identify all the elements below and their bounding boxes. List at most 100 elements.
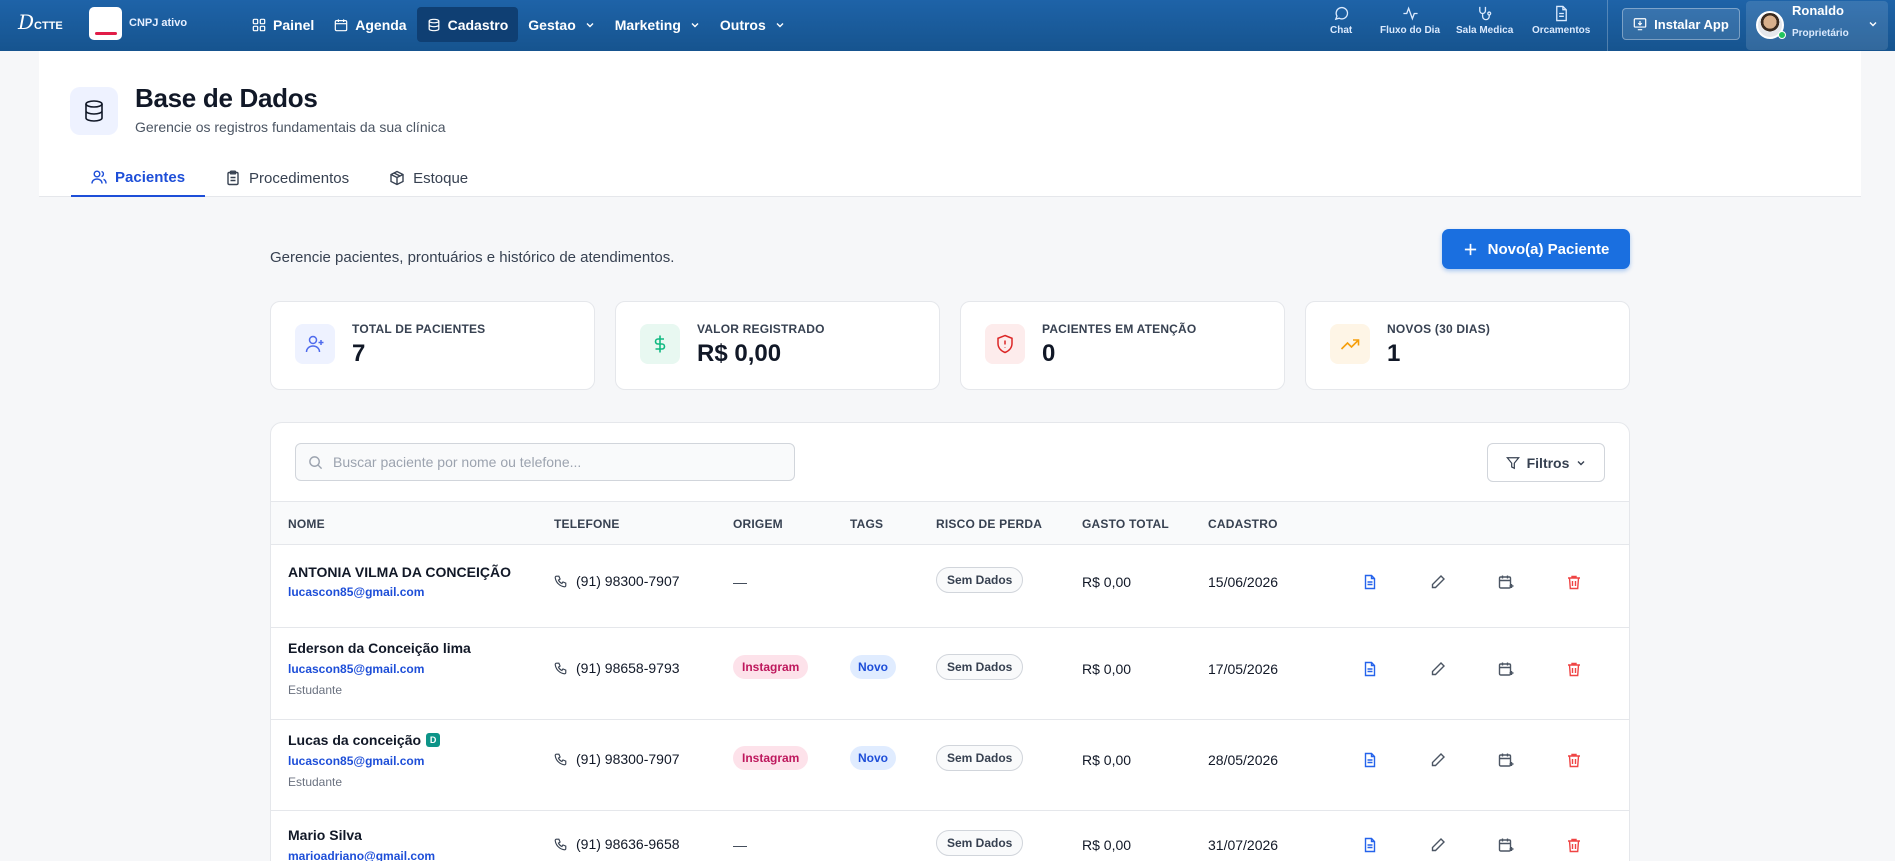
filters-button[interactable]: Filtros <box>1487 443 1605 482</box>
nav-outros[interactable]: Outros <box>710 7 795 42</box>
grid-icon <box>252 18 266 31</box>
patient-email[interactable]: lucascon85@gmail.com <box>288 662 424 676</box>
edit-patient-button[interactable] <box>1428 750 1448 770</box>
stat-icon-box <box>985 324 1025 364</box>
view-record-button[interactable] <box>1360 750 1380 770</box>
chevron-down-icon <box>1869 22 1877 27</box>
edit-patient-button[interactable] <box>1428 572 1448 592</box>
patient-total-spent: R$ 0,00 <box>1082 837 1132 853</box>
schedule-patient-button[interactable] <box>1496 572 1516 592</box>
app-logo[interactable]: D CTTE <box>18 10 63 34</box>
patient-register-date: 17/05/2026 <box>1208 661 1279 677</box>
table-row[interactable]: Mario Silva marioadriano@gmail.com (91) … <box>271 811 1629 861</box>
column-header-origem[interactable]: ORIGEM <box>733 517 783 531</box>
install-app-button[interactable]: Instalar App <box>1622 8 1740 40</box>
tab-pacientes[interactable]: Pacientes <box>71 159 206 197</box>
patient-flag-badge: D <box>426 733 441 747</box>
search-box[interactable] <box>295 443 795 481</box>
patient-email[interactable]: lucascon85@gmail.com <box>288 585 424 599</box>
quick-link-sala-medica[interactable]: Sala Medica <box>1456 5 1513 36</box>
quick-link-chat[interactable]: Chat <box>1330 5 1352 36</box>
document-icon <box>1555 5 1567 22</box>
column-header-risco[interactable]: RISCO DE PERDA <box>936 517 1042 531</box>
schedule-patient-button[interactable] <box>1496 835 1516 855</box>
patient-total-spent: R$ 0,00 <box>1082 752 1132 768</box>
database-icon <box>428 18 440 31</box>
patient-name[interactable]: Ederson da Conceição lima <box>288 640 471 656</box>
delete-patient-button[interactable] <box>1564 659 1584 679</box>
file-text-icon <box>1364 661 1376 677</box>
activity-icon <box>1402 6 1418 21</box>
origin-badge: Instagram <box>733 655 809 679</box>
search-input[interactable] <box>333 454 773 470</box>
user-menu[interactable]: Ronaldo Proprietário <box>1746 1 1888 50</box>
patient-register-date: 28/05/2026 <box>1208 752 1279 768</box>
stat-value: 1 <box>1387 340 1401 367</box>
phone-icon <box>554 575 567 587</box>
delete-patient-button[interactable] <box>1564 750 1584 770</box>
edit-patient-button[interactable] <box>1428 659 1448 679</box>
patient-email[interactable]: marioadriano@gmail.com <box>288 849 435 861</box>
view-record-button[interactable] <box>1360 835 1380 855</box>
column-header-nome[interactable]: NOME <box>288 517 325 531</box>
chevron-down-icon <box>691 22 699 27</box>
table-row[interactable]: ANTONIA VILMA DA CONCEIÇÃO lucascon85@gm… <box>271 545 1629 628</box>
table-row[interactable]: Ederson da Conceição lima lucascon85@gma… <box>271 628 1629 720</box>
tab-procedimentos[interactable]: Procedimentos <box>205 159 369 197</box>
tag-badge: Novo <box>850 746 896 770</box>
chevron-down-icon <box>1577 460 1585 465</box>
stat-card-total-patients: TOTAL DE PACIENTES 7 <box>270 301 595 390</box>
quick-link-orcamentos[interactable]: Orcamentos <box>1532 5 1590 36</box>
stat-value: 0 <box>1042 340 1056 367</box>
quick-link-fluxo-do-dia[interactable]: Fluxo do Dia <box>1380 5 1440 36</box>
stat-label: VALOR REGISTRADO <box>697 322 825 336</box>
schedule-patient-button[interactable] <box>1496 750 1516 770</box>
trash-icon <box>1568 662 1580 677</box>
filter-icon <box>1505 456 1520 469</box>
stat-card-attention-patients: PACIENTES EM ATENÇÃO 0 <box>960 301 1285 390</box>
column-header-telefone[interactable]: TELEFONE <box>554 517 620 531</box>
view-record-button[interactable] <box>1360 659 1380 679</box>
column-header-cadastro[interactable]: CADASTRO <box>1208 517 1278 531</box>
patient-name[interactable]: ANTONIA VILMA DA CONCEIÇÃO <box>288 564 511 580</box>
stat-value: 7 <box>352 340 366 367</box>
database-icon <box>85 100 103 122</box>
delete-patient-button[interactable] <box>1564 835 1584 855</box>
nav-agenda[interactable]: Agenda <box>324 7 416 42</box>
patient-name[interactable]: Mario Silva <box>288 827 362 843</box>
nav-gestao[interactable]: Gestao <box>518 7 604 42</box>
edit-patient-button[interactable] <box>1428 835 1448 855</box>
patient-email[interactable]: lucascon85@gmail.com <box>288 754 424 768</box>
schedule-patient-button[interactable] <box>1496 659 1516 679</box>
user-name: Ronaldo <box>1792 3 1844 18</box>
nav-painel[interactable]: Painel <box>242 7 324 42</box>
table-row[interactable]: Lucas da conceição D lucascon85@gmail.co… <box>271 720 1629 811</box>
column-header-gasto[interactable]: GASTO TOTAL <box>1082 517 1169 531</box>
patients-table-card: Filtros NOME TELEFONE ORIGEM TAGS RISCO … <box>270 422 1630 861</box>
stat-icon-box <box>640 324 680 364</box>
patient-phone: (91) 98300-7907 <box>554 751 680 767</box>
delete-patient-button[interactable] <box>1564 572 1584 592</box>
patient-origin: — <box>733 837 747 853</box>
new-patient-button[interactable]: Novo(a) Paciente <box>1442 229 1630 269</box>
calendar-plus-icon <box>1498 662 1514 676</box>
user-role: Proprietário <box>1792 28 1849 39</box>
chevron-down-icon <box>586 22 594 27</box>
tab-estoque[interactable]: Estoque <box>369 159 488 197</box>
top-navigation-bar: D CTTE CNPJ ativo Painel Agenda Cadastro … <box>0 0 1895 51</box>
stat-icon-box <box>1330 324 1370 364</box>
phone-icon <box>554 662 567 674</box>
view-record-button[interactable] <box>1360 572 1380 592</box>
column-header-tags[interactable]: TAGS <box>850 517 883 531</box>
origin-badge: Instagram <box>733 746 809 770</box>
clipboard-icon <box>227 170 239 186</box>
page-subtitle: Gerencie os registros fundamentais da su… <box>135 119 446 135</box>
clinic-logo[interactable] <box>89 7 122 40</box>
users-icon <box>91 170 107 184</box>
patient-name[interactable]: Lucas da conceição D <box>288 732 441 748</box>
file-text-icon <box>1364 574 1376 590</box>
stat-value: R$ 0,00 <box>697 340 782 367</box>
nav-marketing[interactable]: Marketing <box>605 7 710 42</box>
box-icon <box>390 170 404 186</box>
nav-cadastro[interactable]: Cadastro <box>416 7 519 42</box>
